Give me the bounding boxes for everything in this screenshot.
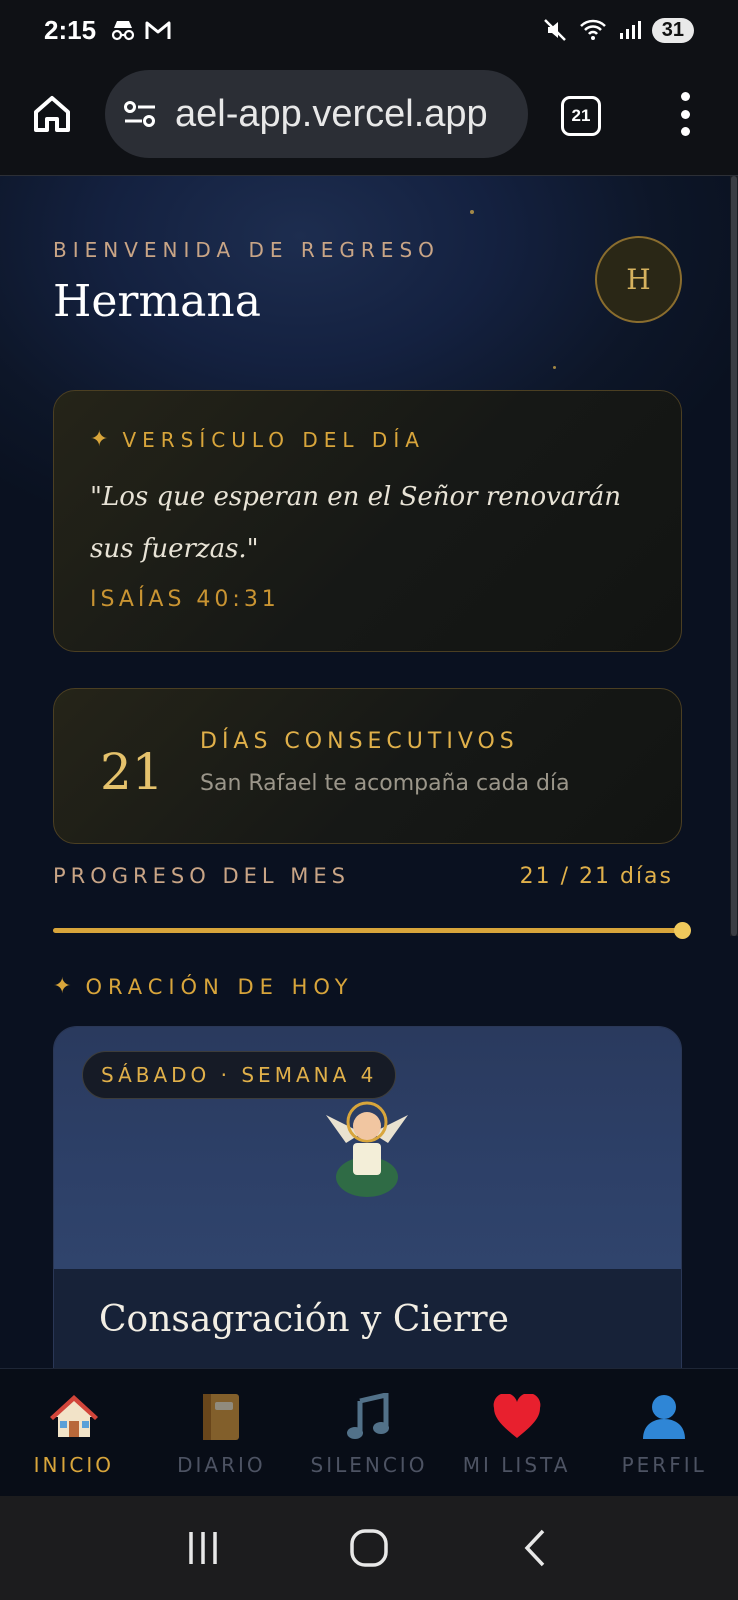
music-note-icon [343,1391,395,1443]
status-bar: 2:15 31 [0,0,738,60]
user-name: Hermana [53,276,261,327]
bottom-navigation: INICIO DIARIO SILENCIO MI LISTA PERFIL [0,1368,738,1496]
month-progress-bar [53,922,691,939]
wifi-icon [579,19,606,40]
battery-indicator: 31 [651,17,694,43]
streak-subtitle: San Rafael te acompaña cada día [200,771,570,796]
notebook-icon [195,1391,247,1443]
address-bar[interactable]: ael-app.vercel.app [105,70,528,158]
progress-fill [53,928,682,933]
sparkle-icon: ✦ [90,427,109,452]
person-icon [638,1391,690,1443]
verse-reference: ISAÍAS 40:31 [90,587,280,612]
home-circle-icon[interactable] [349,1528,389,1568]
recent-apps-icon[interactable] [183,1528,223,1568]
nav-item-diario[interactable]: DIARIO [148,1369,296,1496]
gmail-icon [145,21,171,39]
day-week-badge: SÁBADO · SEMANA 4 [82,1051,397,1099]
house-icon [48,1391,100,1443]
tab-switcher-button[interactable]: 21 [561,96,601,136]
nav-label: MI LISTA [462,1453,571,1477]
mute-icon [543,19,566,41]
page-scrollbar[interactable] [730,176,738,936]
home-icon [34,96,70,132]
verse-text: "Los que esperan en el Señor renovarán s… [90,482,621,564]
heart-icon [491,1391,543,1443]
star-decoration [470,210,474,214]
prayer-title: Consagración y Cierre [99,1299,509,1340]
verse-label: VERSÍCULO DEL DÍA [122,427,425,452]
signal-icon [619,21,641,39]
star-decoration [553,366,556,369]
nav-label: INICIO [33,1453,114,1477]
back-icon[interactable] [515,1528,555,1568]
home-button[interactable] [30,92,74,136]
app-content: BIENVENIDA DE REGRESO Hermana H ✦ VERSÍC… [0,176,730,1368]
sparkle-icon: ✦ [53,974,72,999]
streak-title: DÍAS CONSECUTIVOS [200,729,519,754]
nav-item-mi-lista[interactable]: MI LISTA [443,1369,591,1496]
nav-item-silencio[interactable]: SILENCIO [295,1369,443,1496]
progress-knob [674,922,691,939]
nav-label: PERFIL [621,1453,707,1477]
welcome-label: BIENVENIDA DE REGRESO [53,238,440,262]
nav-item-inicio[interactable]: INICIO [0,1369,148,1496]
progress-label: PROGRESO DEL MES [53,864,350,888]
status-time: 2:15 [44,14,97,45]
overflow-menu-button[interactable] [675,92,695,136]
prayer-hero: SÁBADO · SEMANA 4 [54,1027,681,1269]
avatar[interactable]: H [595,236,682,323]
streak-card: 21 DÍAS CONSECUTIVOS San Rafael te acomp… [53,688,682,844]
incognito-icon [111,21,135,41]
browser-toolbar: ael-app.vercel.app 21 [0,60,738,176]
system-navigation-bar [0,1496,738,1600]
nav-item-perfil[interactable]: PERFIL [590,1369,738,1496]
angel-icon [326,1101,408,1197]
url-text: ael-app.vercel.app [175,92,488,135]
streak-number: 21 [100,743,164,801]
site-settings-icon[interactable] [123,99,157,129]
today-prayer-card[interactable]: SÁBADO · SEMANA 4 Consagración y Cierre [53,1026,682,1368]
section-title: ORACIÓN DE HOY [85,974,354,999]
verse-of-the-day-card[interactable]: ✦ VERSÍCULO DEL DÍA "Los que esperan en … [53,390,682,652]
nav-label: DIARIO [177,1453,266,1477]
progress-count: 21 / 21 días [519,864,673,889]
nav-label: SILENCIO [310,1453,428,1477]
